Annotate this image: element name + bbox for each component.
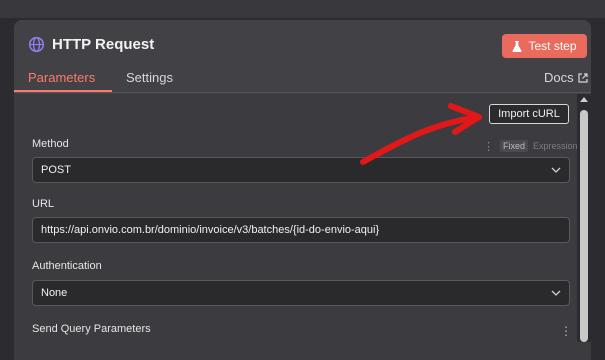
method-value: POST (41, 164, 71, 176)
tab-settings[interactable]: Settings (126, 70, 173, 85)
annotation-arrow (360, 103, 482, 165)
import-curl-button[interactable]: Import cURL (489, 104, 569, 124)
chevron-down-icon (551, 167, 561, 173)
fixed-expression-toggle[interactable]: ⋮ Fixed Expression (483, 138, 578, 154)
external-link-icon (578, 72, 588, 83)
url-label: URL (32, 198, 55, 210)
scroll-thumb[interactable] (580, 110, 588, 342)
node-title: HTTP Request (52, 36, 155, 53)
toggle-expression[interactable]: Expression (530, 140, 581, 152)
url-input[interactable]: https://api.onvio.com.br/dominio/invoice… (32, 217, 570, 243)
method-label: Method (32, 138, 69, 150)
authentication-label: Authentication (32, 260, 102, 272)
globe-icon (28, 36, 45, 53)
authentication-value: None (41, 287, 68, 299)
node-panel: HTTP Request Test step Parameters Settin… (14, 20, 591, 360)
toggle-fixed[interactable]: Fixed (500, 140, 529, 152)
send-query-label: Send Query Parameters (32, 323, 151, 335)
method-select[interactable]: POST (32, 157, 570, 183)
top-bar (0, 0, 605, 18)
panel-header: HTTP Request Test step Parameters Settin… (14, 20, 591, 94)
parameters-body: Import cURL Method ⋮ Fixed Expression PO… (14, 94, 591, 360)
url-value: https://api.onvio.com.br/dominio/invoice… (41, 224, 380, 236)
flask-icon (512, 40, 523, 52)
kebab-icon[interactable]: ⋮ (560, 324, 572, 338)
scrollbar[interactable] (577, 94, 591, 342)
authentication-select[interactable]: None (32, 280, 570, 306)
docs-label: Docs (544, 70, 574, 85)
chevron-down-icon (551, 290, 561, 296)
scroll-up-icon[interactable] (580, 96, 588, 104)
test-step-label: Test step (528, 39, 577, 53)
tab-parameters[interactable]: Parameters (28, 70, 95, 85)
tabs-divider (14, 92, 591, 93)
docs-link[interactable]: Docs (544, 70, 588, 85)
test-step-button[interactable]: Test step (502, 34, 587, 58)
